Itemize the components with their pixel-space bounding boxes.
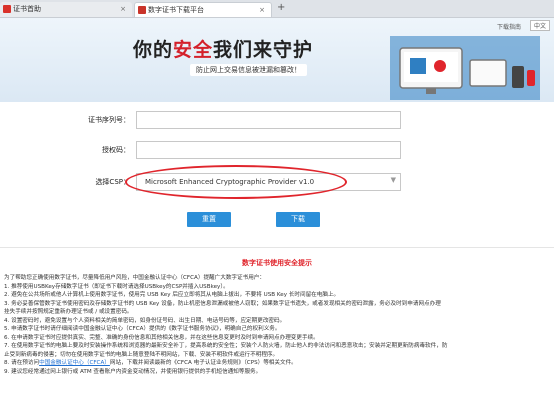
notice-line: 6. 在申请数字证书时应提供真实、完整、准确的身份信息和其他相关信息，并在这些信… bbox=[4, 334, 319, 341]
notice-line: 5. 申请数字证书时请仔细阅读中国金融认证中心（CFCA）提供的《数字证书服务协… bbox=[4, 326, 281, 332]
notice-line: 3. 务必妥善保管数字证书使用密码及存储数字证书的 USB Key 设备，防止机… bbox=[4, 300, 441, 307]
tab-close-icon[interactable]: × bbox=[259, 3, 265, 17]
notice-line: 2. 避免在公共场所或他人计算机上使用数字证书，使用完 USB Key 后应立即… bbox=[4, 292, 340, 298]
csp-selected-value: Microsoft Enhanced Cryptographic Provide… bbox=[145, 178, 315, 186]
tab-close-icon[interactable]: × bbox=[120, 2, 126, 16]
tab-title: 证书首助 bbox=[13, 5, 41, 13]
reset-button[interactable]: 重置 bbox=[187, 212, 231, 227]
serial-number-row: 证书序列号： bbox=[0, 111, 554, 131]
notice-line: 4. 设置密码时，避免设置与个人资料相关的简单密码，如身份证号码、出生日期、电话… bbox=[4, 317, 286, 324]
notice-line: 1. 推荐使用USBKey存储数字证书（即证书下载时请选择USBkey的CSP并… bbox=[4, 283, 229, 290]
new-tab-button[interactable]: + bbox=[277, 2, 285, 14]
tab-certificate-helper[interactable]: 证书首助 × bbox=[0, 2, 132, 17]
tab-title: 数字证书下载平台 bbox=[148, 6, 204, 14]
auth-code-input[interactable] bbox=[136, 141, 401, 159]
notice-line: 8. 请在预访问中国金融认证中心（CFCA）网站，下载并阅读最新的《CFCA 电… bbox=[4, 360, 297, 366]
header-banner: 你的安全我们来守护 防止网上交易信息被泄漏和篡改！ 下载指南 中文 bbox=[0, 18, 554, 102]
safety-notice-body: 为了帮助您正确使用数字证书，尽量降低用户风险，中国金融认证中心（CFCA）提醒广… bbox=[4, 274, 550, 376]
section-divider bbox=[0, 247, 554, 248]
serial-number-label: 证书序列号： bbox=[88, 116, 130, 124]
auth-code-row: 授权码： bbox=[0, 141, 554, 161]
notice-line: 挂失手续并按照规定重新办理证书或 / 或设置密码。 bbox=[4, 309, 133, 315]
csp-select[interactable]: Microsoft Enhanced Cryptographic Provide… bbox=[136, 173, 401, 191]
banner-title: 你的安全我们来守护 bbox=[133, 39, 314, 61]
browser-tab-bar: 证书首助 × 数字证书下载平台 × + bbox=[0, 0, 554, 18]
banner-subtitle: 防止网上交易信息被泄漏和篡改！ bbox=[190, 64, 307, 76]
download-button[interactable]: 下载 bbox=[276, 212, 320, 227]
notice-line: 止受到新病毒的侵害；切勿在使用数字证书的电脑上随意登陆不明网站，下载、安装不明软… bbox=[4, 351, 279, 358]
tab-favicon-icon bbox=[3, 5, 11, 13]
safety-notice-title: 数字证书使用安全提示 bbox=[242, 259, 312, 267]
chevron-down-icon[interactable]: ▼ bbox=[391, 176, 396, 184]
security-devices-illustration bbox=[390, 36, 540, 100]
auth-code-label: 授权码： bbox=[102, 146, 130, 154]
serial-number-input[interactable] bbox=[136, 111, 401, 129]
csp-label: 选择CSP： bbox=[95, 178, 130, 186]
tab-certificate-download-platform[interactable]: 数字证书下载平台 × bbox=[134, 2, 272, 17]
csp-row: 选择CSP： Microsoft Enhanced Cryptographic … bbox=[0, 173, 554, 193]
tab-favicon-icon bbox=[138, 6, 146, 14]
notice-line: 7. 在使用数字证书的电脑上要及时安装操作系统和浏览器的最新安全补丁，提高系统的… bbox=[4, 343, 448, 349]
notice-line: 为了帮助您正确使用数字证书，尽量降低用户风险，中国金融认证中心（CFCA）提醒广… bbox=[4, 275, 265, 281]
cfca-link[interactable]: 中国金融认证中心（CFCA） bbox=[39, 360, 110, 366]
notice-line: 9. 建议您经常通过网上银行或 ATM 查看账户内资金变动情况，并使用银行提供的… bbox=[4, 368, 262, 375]
